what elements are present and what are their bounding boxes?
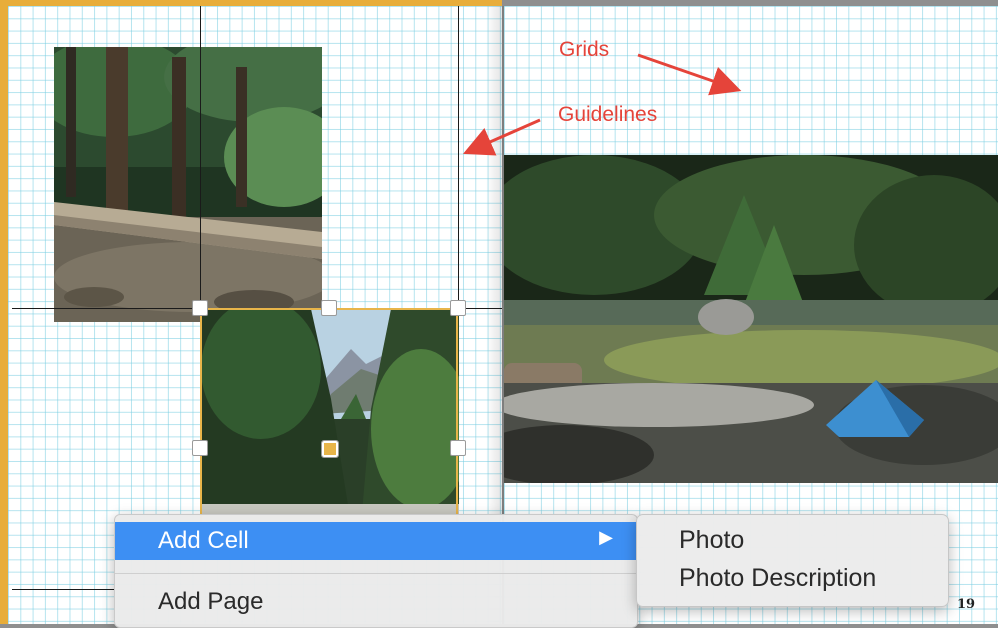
submenu-item-photo[interactable]: Photo	[679, 526, 744, 555]
page-number: 19	[957, 597, 976, 612]
menu-item-add-page[interactable]: Add Page	[115, 583, 637, 621]
add-cell-submenu: Photo Photo Description	[636, 514, 949, 607]
guidelines-arrow-icon	[463, 118, 541, 156]
context-menu: Add Cell ▶ Add Page	[114, 514, 638, 628]
menu-item-add-cell-label: Add Cell	[158, 527, 249, 554]
menu-item-add-page-label: Add Page	[158, 588, 264, 615]
submenu-item-photo-description[interactable]: Photo Description	[679, 564, 876, 593]
menu-separator	[115, 573, 637, 574]
grids-arrow-icon	[637, 53, 742, 96]
menu-item-add-cell[interactable]: Add Cell ▶	[115, 522, 637, 560]
submenu-arrow-icon: ▶	[599, 527, 613, 547]
